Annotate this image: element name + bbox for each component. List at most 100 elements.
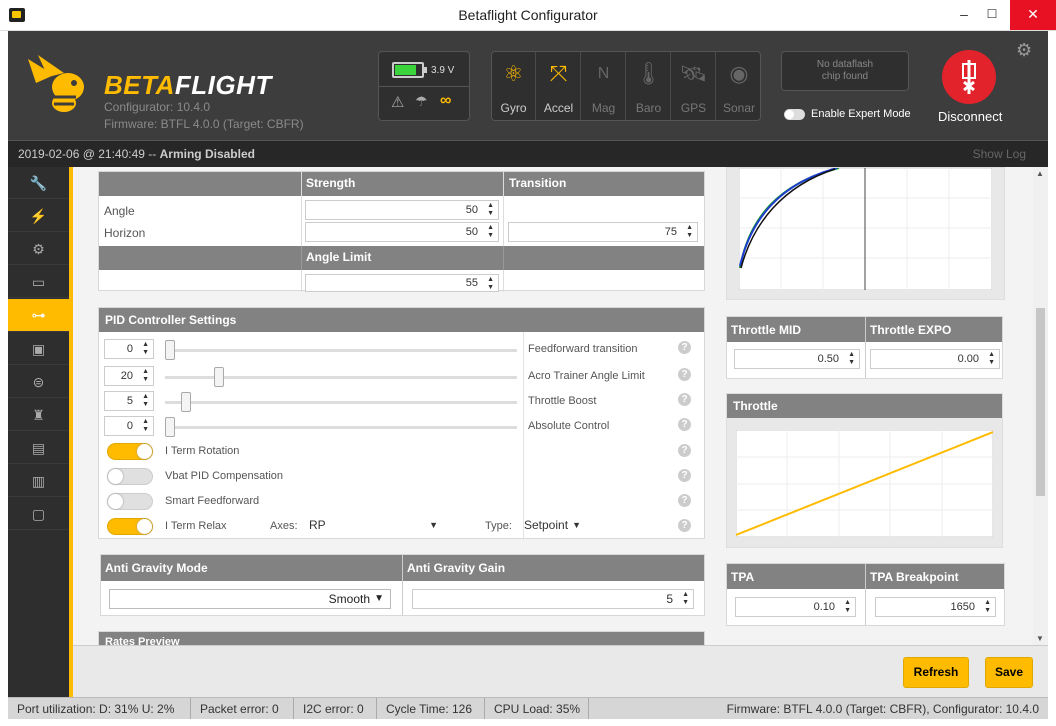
horizon-strength-input[interactable]: 50 ▲ ▼ — [305, 222, 499, 242]
anti-gravity-mode-header: Anti Gravity Mode — [105, 561, 208, 575]
throttle-expo-header: Throttle EXPO — [870, 323, 952, 337]
rates-preview-title: Rates Preview — [99, 632, 704, 645]
nav-power[interactable]: ▭ — [8, 266, 69, 298]
ff-transition-slider[interactable] — [165, 340, 517, 360]
throttle-expo-input[interactable]: 0.00 ▲ ▼ — [870, 349, 1000, 369]
tpa-breakpoint-input[interactable]: 1650 ▲ ▼ — [875, 597, 996, 617]
brand-logo: BETAFLIGHT — [104, 70, 272, 100]
throttle-mid-input[interactable]: 0.50 ▲ ▼ — [734, 349, 860, 369]
throttle-curve-graph — [736, 430, 993, 537]
anti-gravity-mode-select[interactable]: Smooth ▼ — [109, 589, 391, 609]
absolute-control-input[interactable]: 0 ▲ ▼ — [104, 416, 154, 436]
pid-controller-settings-panel: PID Controller Settings 0 ▲ ▼ Feedforward … — [98, 307, 705, 540]
nav-setup[interactable]: 🔧 — [8, 167, 69, 199]
acro-trainer-slider[interactable] — [165, 367, 517, 387]
baro-icon: 🌡 — [634, 61, 663, 86]
help-icon[interactable]: ? — [678, 418, 691, 431]
battery-level — [395, 65, 416, 75]
help-icon[interactable]: ? — [678, 444, 691, 457]
acro-trainer-label: Acro Trainer Angle Limit — [528, 370, 645, 382]
horizon-transition-input[interactable]: 75 ▲ ▼ — [508, 222, 698, 242]
smart-ff-toggle[interactable] — [107, 493, 153, 510]
transition-header: Transition — [509, 176, 567, 190]
rate-curve-graph — [739, 168, 992, 290]
expert-mode-toggle[interactable] — [784, 109, 805, 120]
close-button[interactable]: ✕ — [1010, 0, 1056, 30]
show-log-link[interactable]: Show Log — [973, 147, 1026, 161]
angle-label: Angle — [104, 204, 135, 218]
help-icon[interactable]: ? — [678, 393, 691, 406]
status-bar: 2019-02-06 @ 21:40:49 -- Arming Disabled… — [8, 140, 1048, 167]
chevron-down-icon: ▼ — [572, 520, 581, 530]
help-icon[interactable]: ? — [678, 519, 691, 532]
nav-receiver[interactable]: ▣ — [8, 333, 69, 365]
maximize-button[interactable]: ☐ — [974, 0, 1010, 30]
help-icon[interactable]: ? — [678, 469, 691, 482]
spinner-icon: ▲ ▼ — [686, 224, 693, 239]
settings-gear-icon[interactable]: ⚙ — [1016, 40, 1032, 61]
anti-gravity-panel: Anti Gravity Mode Anti Gravity Gain Smoo… — [100, 554, 705, 616]
acro-trainer-input[interactable]: 20 ▲ ▼ — [104, 366, 154, 386]
angle-limit-input[interactable]: 55 ▲ ▼ — [305, 274, 499, 292]
sonar-icon: ◉ — [729, 61, 749, 86]
terminal-icon: ▢ — [31, 506, 46, 522]
connection-status: 2019-02-06 @ 21:40:49 -- Arming Disabled — [18, 147, 255, 161]
save-button[interactable]: Save — [985, 657, 1033, 688]
ff-transition-input[interactable]: 0 ▲ ▼ — [104, 339, 154, 359]
slider-thumb — [181, 392, 191, 412]
sensor-mag: N Mag — [582, 52, 626, 120]
motor-icon: ♜ — [32, 407, 45, 423]
spinner-icon: ▲ ▼ — [487, 202, 494, 217]
absolute-control-slider[interactable] — [165, 417, 517, 437]
pid-tree-icon: ⊶ — [31, 307, 46, 323]
nav-cli[interactable]: ▢ — [8, 498, 69, 530]
nav-motors[interactable]: ♜ — [8, 399, 69, 431]
anti-gravity-gain-input[interactable]: 5 ▲ ▼ — [412, 589, 694, 609]
type-select[interactable]: Setpoint ▼ — [520, 516, 585, 534]
scrollbar-thumb[interactable] — [1036, 308, 1045, 496]
tpa-input[interactable]: 0.10 ▲ ▼ — [735, 597, 856, 617]
i2c-error: I2C error: 0 — [303, 702, 364, 716]
sensor-baro: 🌡 Baro — [627, 52, 671, 120]
nav-blackbox[interactable]: ▥ — [8, 465, 69, 497]
rates-preview-panel: Rates Preview — [98, 631, 705, 645]
remote-icon: ▣ — [31, 341, 46, 357]
window-title: Betaflight Configurator — [458, 7, 598, 23]
toggle-icon: ⊜ — [32, 374, 45, 390]
throttle-boost-input[interactable]: 5 ▲ ▼ — [104, 391, 154, 411]
anti-gravity-gain-header: Anti Gravity Gain — [407, 561, 506, 575]
nav-configuration[interactable]: ⚙ — [8, 233, 69, 265]
horizon-label: Horizon — [104, 226, 146, 240]
throttle-boost-slider[interactable] — [165, 392, 517, 412]
battery-icon — [392, 62, 424, 78]
axes-select[interactable]: RP ▼ — [305, 516, 442, 534]
iterm-relax-toggle[interactable] — [107, 518, 153, 535]
throttle-curve-title: Throttle — [727, 394, 1002, 418]
help-icon[interactable]: ? — [678, 494, 691, 507]
vbat-pid-toggle[interactable] — [107, 468, 153, 485]
plug-icon: ⚡ — [29, 208, 48, 224]
warning-icon: ⚠ — [391, 94, 405, 111]
iterm-rotation-toggle[interactable] — [107, 443, 153, 460]
window-titlebar: Betaflight Configurator – ☐ ✕ — [0, 0, 1056, 31]
nav-modes[interactable]: ⊜ — [8, 366, 69, 398]
dataflash-status: No dataflash chip found — [781, 51, 909, 91]
nav-pid-tuning[interactable]: ⊶ — [8, 299, 69, 332]
help-icon[interactable]: ? — [678, 368, 691, 381]
nav-osd[interactable]: ▤ — [8, 432, 69, 464]
slider-thumb — [165, 340, 175, 360]
expert-mode-label: Enable Expert Mode — [811, 108, 911, 120]
accel-icon: ⤧ — [549, 61, 568, 86]
port-utilization: Port utilization: D: 31% U: 2% — [17, 702, 175, 716]
angle-limit-header: Angle Limit — [306, 250, 372, 264]
sensor-gyro: ⚛ Gyro — [492, 52, 536, 120]
angle-strength-input[interactable]: 50 ▲ ▼ — [305, 200, 499, 220]
cpu-load: CPU Load: 35% — [494, 702, 581, 716]
absolute-control-label: Absolute Control — [528, 420, 610, 432]
help-icon[interactable]: ? — [678, 341, 691, 354]
osd-icon: ▤ — [31, 440, 46, 456]
disconnect-label[interactable]: Disconnect — [938, 109, 1002, 124]
nav-ports[interactable]: ⚡ — [8, 200, 69, 232]
refresh-button[interactable]: Refresh — [903, 657, 969, 688]
disconnect-button[interactable] — [942, 50, 996, 104]
